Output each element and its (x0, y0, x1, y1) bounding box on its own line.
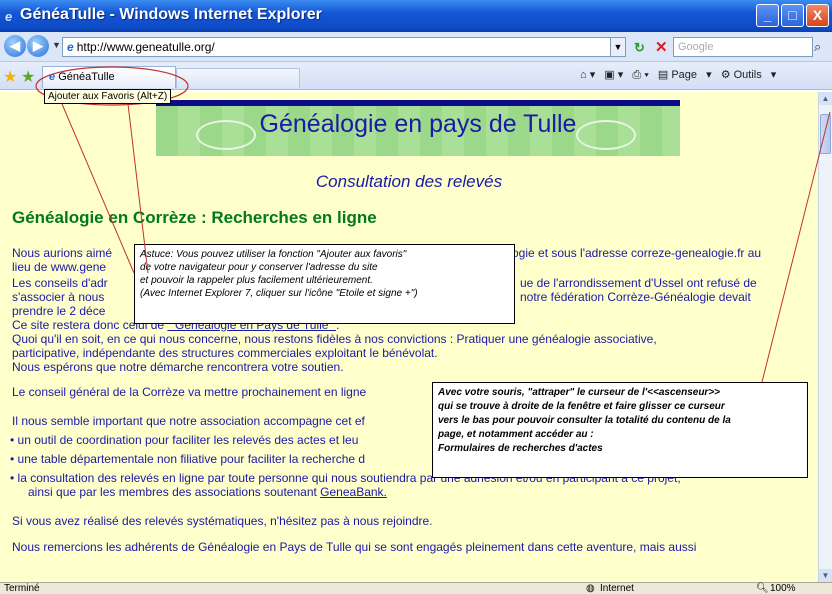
callout-line: et pouvoir la rappeler plus facilement u… (140, 275, 373, 286)
command-bar: ⌂ ▾ ▣ ▾ ⎙ ▾ ▤ Page ▾ ⚙ Outils ▾ (580, 68, 782, 82)
page-heading: Généalogie en Corrèze : Recherches en li… (12, 208, 377, 227)
callout-line: Astuce: Vous pouvez utiliser la fonction… (140, 249, 407, 260)
callout-line: (Avec Internet Explorer 7, cliquer sur l… (140, 288, 418, 299)
minimize-button[interactable]: _ (756, 4, 779, 27)
paragraph-line: Nous remercions les adhérents de Généalo… (12, 540, 697, 554)
zoom-level[interactable]: 100% (770, 583, 796, 594)
tools-menu[interactable]: ⚙ Outils ▾ (721, 69, 777, 81)
paragraph-line: ue de l'arrondissement d'Ussel ont refus… (520, 276, 757, 290)
home-icon[interactable]: ⌂ ▾ (580, 69, 595, 81)
add-favorites-icon[interactable]: ★ (21, 67, 35, 87)
paragraph-line: ogie et sous l'adresse correze-genealogi… (512, 246, 762, 260)
tab-geneatulle[interactable]: e GénéaTulle (42, 66, 176, 88)
search-input[interactable]: Google (673, 37, 813, 57)
address-dropdown-icon[interactable]: ▼ (610, 37, 626, 57)
back-button[interactable]: ◀ (4, 35, 26, 57)
geneabank-link[interactable]: GeneaBank. (320, 485, 387, 499)
address-url: http://www.geneatulle.org/ (76, 40, 215, 54)
paragraph-line: Quoi qu'il en soit, en ce qui nous conce… (12, 332, 657, 346)
banner-title: Généalogie en pays de Tulle (259, 110, 577, 138)
tip-callout: Astuce: Vous pouvez utiliser la fonction… (134, 244, 515, 324)
tab-toolbar: ★ ★ e GénéaTulle ⌂ ▾ ▣ ▾ ⎙ ▾ ▤ Page ▾ ⚙ … (0, 62, 832, 90)
scrollbar-thumb[interactable] (820, 114, 831, 154)
title-bar: e GénéaTulle - Windows Internet Explorer… (0, 0, 832, 32)
paragraph-line: Le conseil général de la Corrèze va mett… (12, 385, 367, 399)
callout-line: Avec votre souris, "attraper" le curseur… (438, 387, 721, 398)
paragraph-line: Il nous semble important que notre assoc… (12, 414, 365, 428)
internet-zone-icon: ◍ (586, 583, 595, 594)
page-content: Généalogie en pays de Tulle Consultation… (0, 92, 818, 582)
callout-line: de votre navigateur pour y conserver l'a… (140, 262, 378, 273)
favorites-tooltip: Ajouter aux Favoris (Alt+Z) (44, 89, 172, 104)
callout-line: qui se trouve à droite de la fenêtre et … (438, 401, 725, 412)
new-tab-button[interactable] (176, 68, 300, 88)
close-button[interactable]: X (806, 4, 829, 27)
paragraph-line: Nous espérons que notre démarche rencont… (12, 360, 344, 374)
callout-line: page, et notamment accéder au : (438, 429, 594, 440)
favorites-center-icon[interactable]: ★ (3, 67, 17, 87)
maximize-button[interactable]: □ (781, 4, 804, 27)
paragraph-line: Nous aurions aimé (12, 246, 113, 260)
scroll-tip-callout: Avec votre souris, "attraper" le curseur… (432, 382, 808, 478)
scroll-up-icon[interactable]: ▲ (819, 92, 832, 105)
paragraph-text: ainsi que par les membres des associatio… (28, 485, 321, 499)
page-menu[interactable]: ▤ Page ▾ (658, 69, 712, 81)
paragraph-line: Si vous avez réalisé des relevés systéma… (12, 514, 433, 528)
page-menu-label: Page (671, 69, 698, 81)
paragraph-line: s'associer à nous (12, 290, 105, 304)
callout-line: Formulaires de recherches d'actes (438, 443, 603, 454)
ie-logo-icon: e (5, 9, 13, 24)
bullet-item: • une table départementale non filiative… (10, 452, 366, 466)
paragraph-line: participative, indépendante des structur… (12, 346, 438, 360)
bullet-item: • un outil de coordination pour facilite… (10, 433, 359, 447)
forward-button[interactable]: ▶ (27, 35, 49, 57)
feeds-icon[interactable]: ▣ ▾ (604, 69, 623, 81)
status-bar: Terminé ◍ Internet 🔍︎ 100% (0, 582, 832, 594)
status-text: Terminé (4, 583, 40, 594)
scroll-down-icon[interactable]: ▼ (819, 569, 832, 582)
page-subtitle: Consultation des relevés (315, 172, 503, 191)
refresh-icon[interactable]: ↻ (634, 40, 645, 56)
paragraph-line: notre fédération Corrèze-Généalogie deva… (520, 290, 751, 304)
window-title: GénéaTulle - Windows Internet Explorer (20, 6, 322, 23)
page-icon: e (67, 40, 74, 54)
tab-label: GénéaTulle (58, 71, 115, 83)
security-zone: Internet (600, 583, 634, 594)
print-icon[interactable]: ⎙ ▾ (632, 69, 648, 81)
zoom-icon: 🔍︎ (756, 583, 769, 594)
bullet-continuation: ainsi que par les membres des associatio… (28, 485, 387, 499)
stop-icon[interactable]: ✕ (655, 38, 668, 56)
history-dropdown-icon[interactable]: ▼ (52, 40, 61, 50)
callout-line: vers le bas pour pouvoir consulter la to… (438, 415, 731, 426)
tab-page-icon: e (49, 71, 56, 83)
paragraph-line: lieu de www.gene (12, 260, 107, 274)
paragraph-line: Les conseils d'adr (12, 276, 108, 290)
tools-menu-label: Outils (733, 69, 762, 81)
search-icon[interactable]: ⌕ (814, 39, 821, 55)
vertical-scrollbar[interactable]: ▲ ▼ (818, 92, 832, 582)
address-toolbar: ◀ ▶ ▼ e http://www.geneatulle.org/ ▼ ↻ ✕ … (0, 32, 832, 62)
site-banner: Généalogie en pays de Tulle (156, 100, 680, 156)
paragraph-line: prendre le 2 déce (12, 304, 106, 318)
address-input[interactable]: e http://www.geneatulle.org/ (62, 37, 612, 57)
